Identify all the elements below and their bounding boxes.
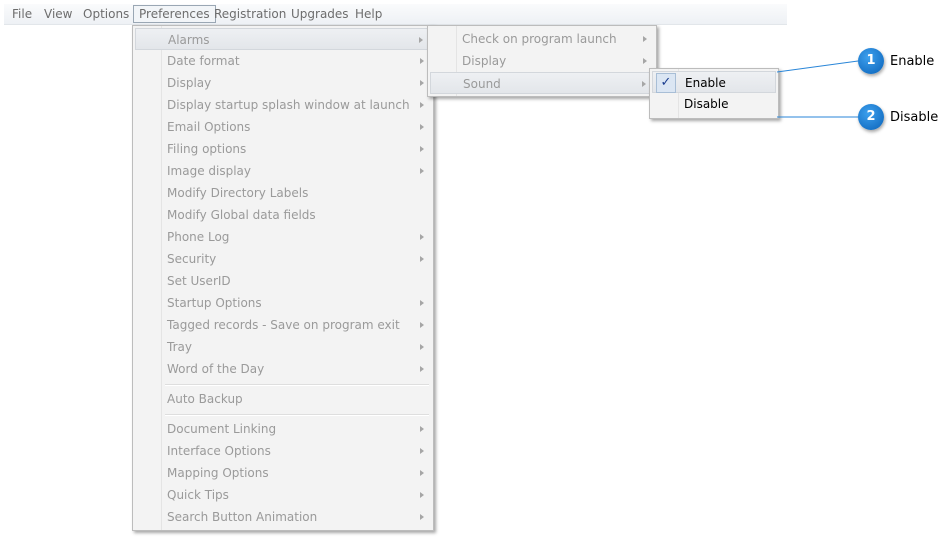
callout-label-enable: Enable [890,54,935,69]
callout-badge-1: 1 [858,48,884,74]
callout-label-disable: Disable [890,110,939,125]
callout-lines [776,60,859,118]
callout-badge-2: 2 [858,104,884,130]
callout-line-1 [776,60,859,73]
